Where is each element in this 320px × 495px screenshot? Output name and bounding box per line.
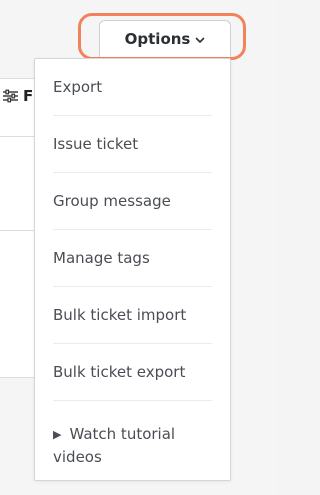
options-button[interactable]: Options: [99, 20, 231, 57]
menu-item-export[interactable]: Export: [53, 59, 212, 116]
menu-item-bulk-ticket-import[interactable]: Bulk ticket import: [53, 287, 212, 344]
menu-item-watch-tutorial-videos[interactable]: ▶ Watch tutorial videos: [53, 401, 212, 481]
menu-item-label: Bulk ticket export: [53, 363, 186, 381]
filter-label: F: [23, 87, 34, 105]
menu-item-label: Manage tags: [53, 249, 150, 267]
play-triangle-icon: ▶: [53, 428, 62, 441]
chevron-down-icon: [195, 35, 205, 44]
menu-item-label: Issue ticket: [53, 135, 139, 153]
menu-item-group-message[interactable]: Group message: [53, 173, 212, 230]
page: F Options Export Issue ticket Group mess…: [0, 0, 277, 495]
menu-item-label: Bulk ticket import: [53, 306, 187, 324]
options-dropdown-menu: Export Issue ticket Group message Manage…: [34, 58, 231, 481]
menu-item-issue-ticket[interactable]: Issue ticket: [53, 116, 212, 173]
menu-item-manage-tags[interactable]: Manage tags: [53, 230, 212, 287]
menu-item-label: Group message: [53, 192, 171, 210]
options-label: Options: [124, 30, 191, 48]
filter-icon: [2, 89, 19, 103]
menu-item-label: Export: [53, 78, 103, 96]
menu-item-label: Watch tutorial videos: [53, 425, 176, 466]
menu-item-bulk-ticket-export[interactable]: Bulk ticket export: [53, 344, 212, 401]
